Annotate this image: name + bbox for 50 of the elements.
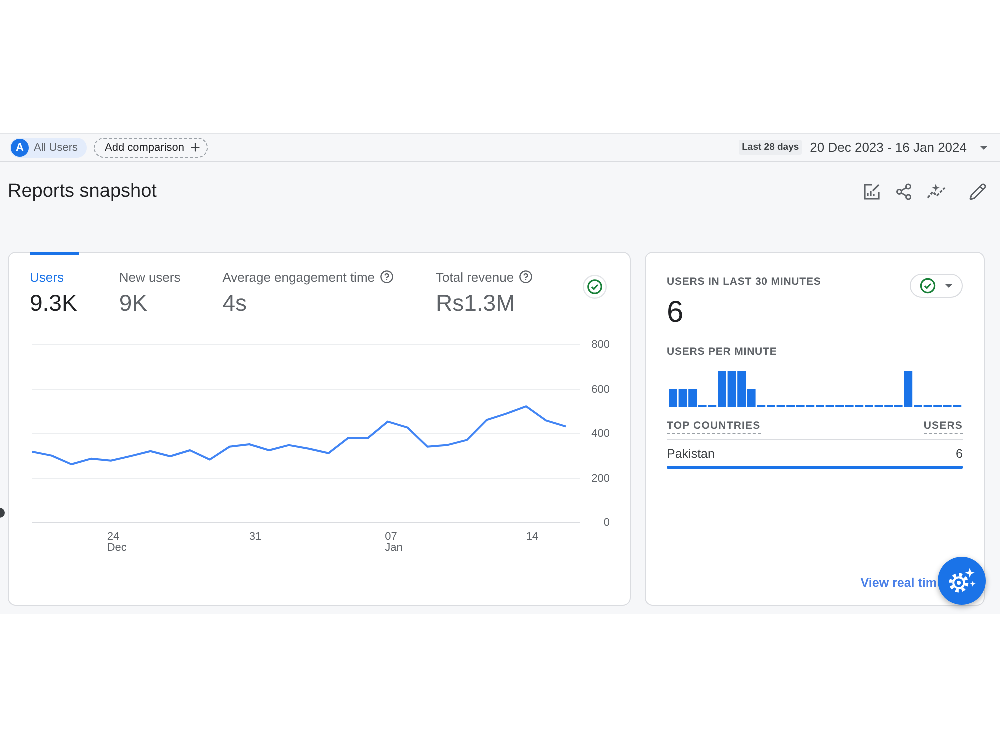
- caret-down-icon: [945, 284, 953, 288]
- x-axis-label: 24 Dec: [107, 532, 127, 554]
- check-circle-icon: [583, 275, 607, 299]
- segment-chip[interactable]: A All Users: [10, 138, 88, 158]
- minute-bar: [728, 371, 736, 407]
- metric-tab[interactable]: Total revenue Rs1.3M: [436, 252, 536, 317]
- minute-bar: [678, 389, 688, 407]
- date-range-button[interactable]: 20 Dec 2023 - 16 Jan 2024: [810, 140, 988, 155]
- metric-label: Users: [30, 270, 64, 284]
- y-axis-label: 0: [604, 517, 610, 529]
- metric-label: Average engagement time: [222, 270, 375, 284]
- minute-bar: [669, 389, 678, 407]
- segment-avatar: A: [11, 138, 29, 156]
- y-axis-label: 400: [592, 428, 610, 440]
- metric-tab[interactable]: Average engagement time 4s: [222, 252, 396, 317]
- y-axis-label: 800: [592, 339, 610, 351]
- date-preset-tag: Last 28 days: [739, 140, 802, 155]
- x-axis-label: 31: [249, 532, 262, 543]
- add-comparison-button[interactable]: Add comparison: [94, 138, 208, 158]
- pencil-icon[interactable]: [969, 183, 987, 201]
- metric-value: 4s: [222, 289, 248, 317]
- column-header[interactable]: USERS: [924, 419, 963, 434]
- section-label: USERS PER MINUTE: [667, 345, 778, 359]
- status-dropdown-button[interactable]: [910, 274, 963, 298]
- y-axis-label: 200: [592, 472, 610, 484]
- x-axis-label: 14: [526, 532, 539, 543]
- view-realtime-link[interactable]: View real tim: [860, 575, 937, 591]
- column-header[interactable]: TOP COUNTRIES: [667, 419, 761, 434]
- metric-tab[interactable]: Users 9.3K: [30, 252, 80, 317]
- metric-value: 9.3K: [30, 289, 78, 317]
- help-icon[interactable]: [519, 270, 534, 284]
- share-icon[interactable]: [895, 183, 913, 201]
- metric-label: New users: [119, 270, 181, 284]
- page-title: Reports snapshot: [8, 181, 157, 203]
- x-axis-label: 07 Jan: [385, 532, 403, 554]
- metric-tab[interactable]: New users 9K: [119, 252, 183, 317]
- metric-value: Rs1.3M: [436, 289, 516, 317]
- table-cell: Pakistan: [667, 446, 715, 462]
- plus-icon: [188, 141, 202, 154]
- caret-down-icon: [980, 146, 988, 150]
- card-title: USERS IN LAST 30 MINUTES: [667, 275, 822, 289]
- y-axis-label: 600: [592, 384, 610, 396]
- active-users-value: 6: [667, 298, 685, 328]
- edit-chart-icon[interactable]: [863, 183, 881, 201]
- metric-label: Total revenue: [436, 270, 514, 284]
- trend-line-icon[interactable]: [927, 183, 947, 201]
- table-cell: 6: [956, 446, 963, 462]
- help-icon[interactable]: [380, 270, 394, 284]
- check-circle-icon: [920, 278, 936, 294]
- metric-value: 9K: [119, 289, 148, 317]
